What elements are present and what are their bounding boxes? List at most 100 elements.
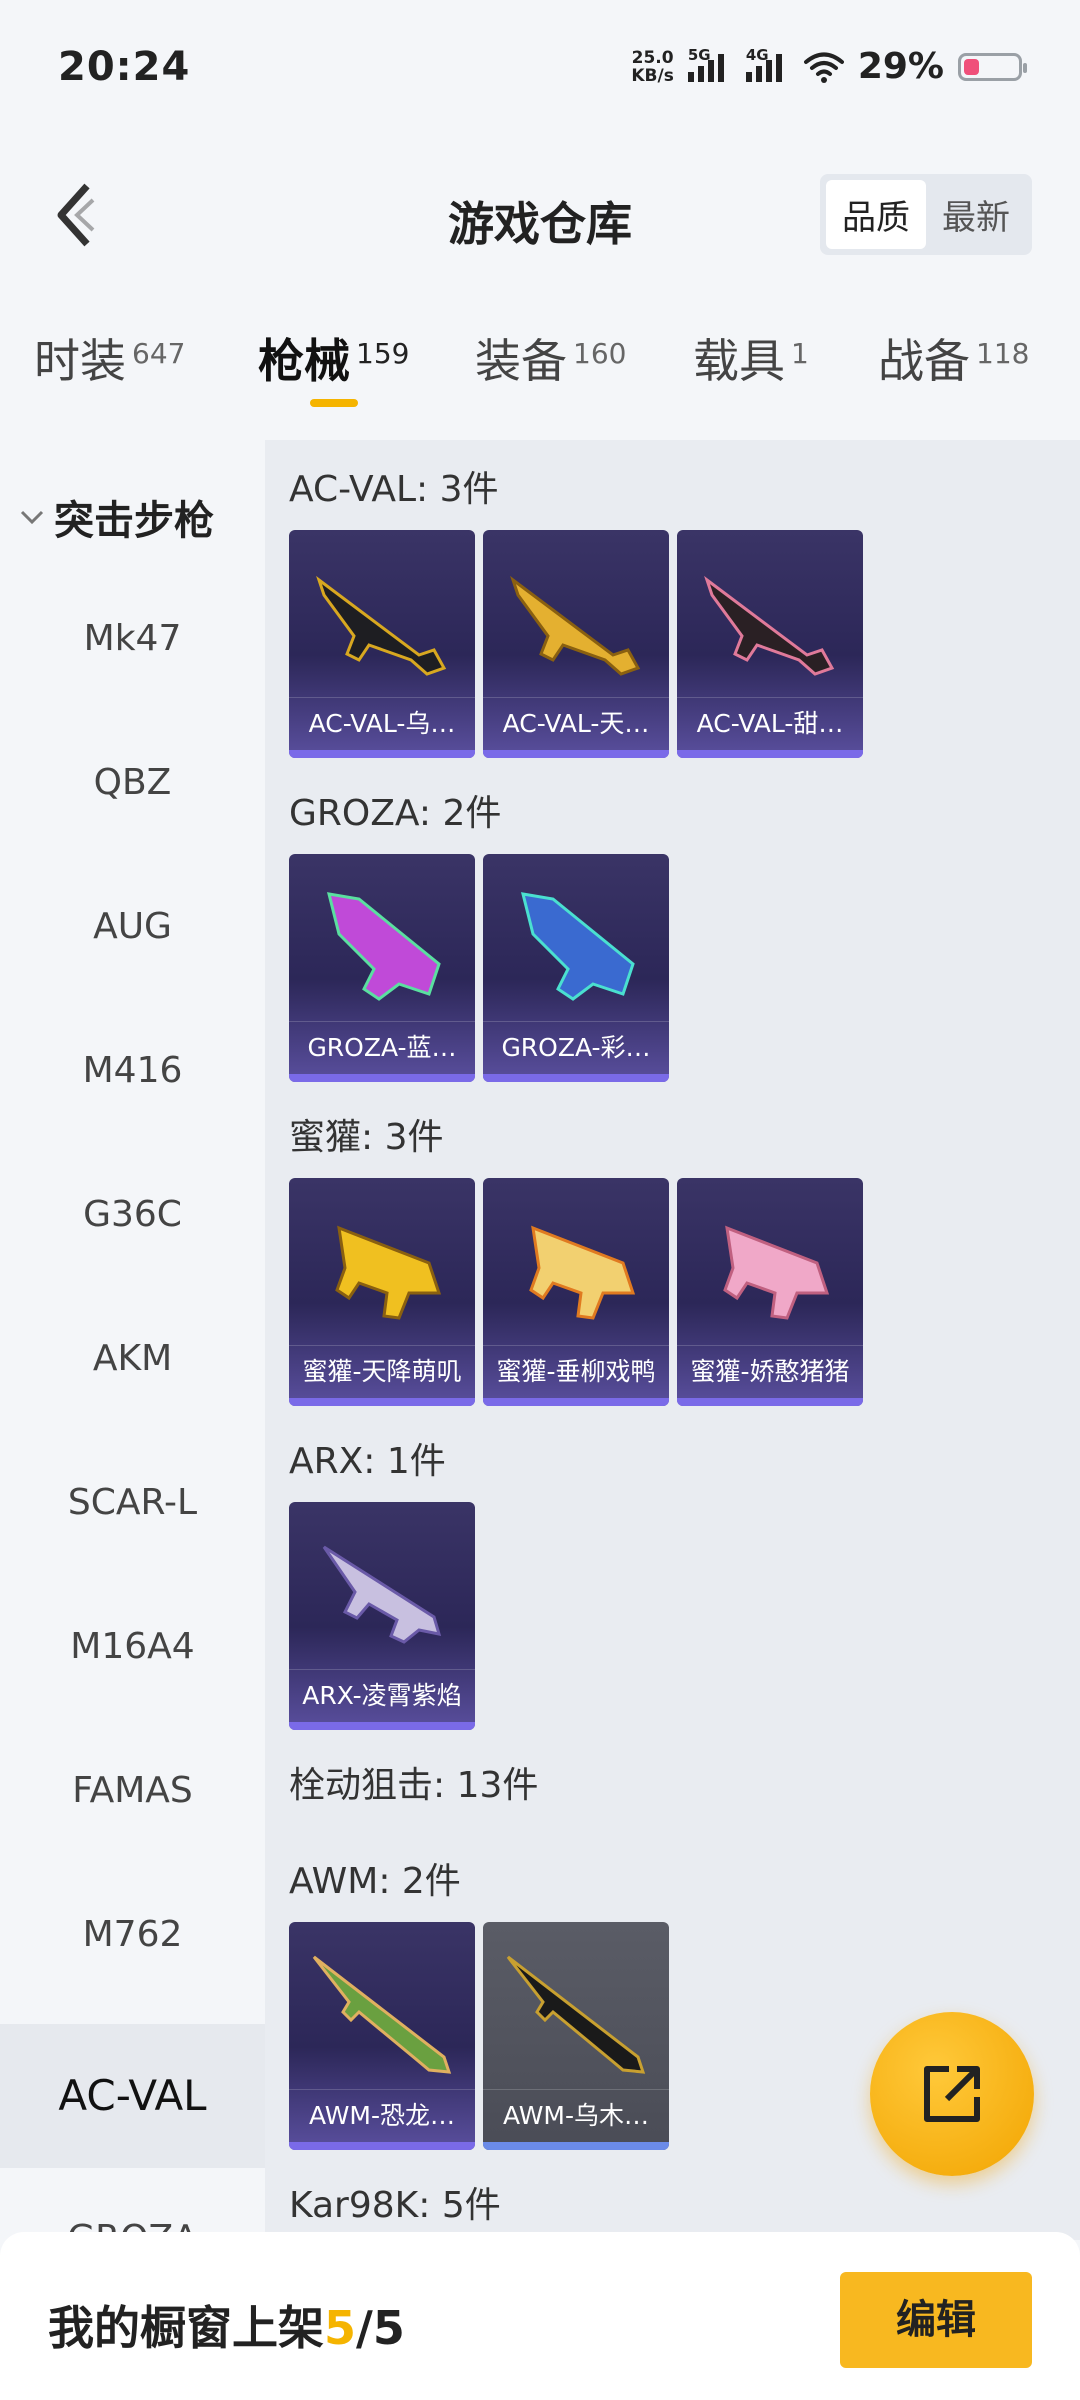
tab-label: 时装 [34, 334, 126, 388]
sort-newest-button[interactable]: 最新 [926, 180, 1026, 249]
rarity-bar [483, 750, 669, 758]
rifle-icon [322, 1545, 442, 1644]
battery-icon [958, 52, 1027, 81]
sidebar-item-m416[interactable]: M416 [0, 1050, 265, 1091]
weapon-name: AC-VAL-乌… [289, 697, 475, 750]
share-button[interactable] [870, 2012, 1034, 2176]
weapon-name: GROZA-彩… [483, 1021, 669, 1074]
showcase-label: 我的橱窗上架 [48, 2301, 324, 2355]
weapon-card[interactable]: GROZA-蓝… [289, 854, 475, 1082]
rifle-icon [704, 575, 835, 676]
weapon-name: 蜜獾-天降萌叽 [289, 1345, 475, 1398]
rarity-bar [483, 1074, 669, 1082]
net-speed-value: 25.0 [631, 47, 674, 68]
tab-fashion[interactable]: 时装 647 [34, 325, 185, 391]
tab-count: 1 [791, 337, 809, 370]
category-tabs: 时装 647 枪械 159 装备 160 载具 1 战备 118 [0, 325, 1080, 415]
chevron-down-icon [20, 510, 44, 525]
tab-label: 枪械 [258, 334, 350, 388]
signal-5g-icon: 5G [687, 46, 732, 82]
sidebar-item-mk47[interactable]: Mk47 [0, 618, 265, 659]
weapon-name: AC-VAL-天… [483, 697, 669, 750]
weapon-name: AC-VAL-甜… [677, 697, 863, 750]
tab-count: 118 [976, 337, 1030, 370]
rifle-icon [316, 575, 447, 676]
sidebar-item-akm[interactable]: AKM [0, 1338, 265, 1379]
weapon-sidebar: 突击步枪 Mk47 QBZ AUG M416 G36C AKM SCAR-L M… [0, 440, 265, 2240]
rifle-icon [510, 575, 641, 676]
weapon-name: 蜜獾-娇憨猪猪 [677, 1345, 863, 1398]
tab-guns[interactable]: 枪械 159 [258, 325, 409, 407]
battery-fill [964, 58, 979, 75]
sidebar-item-aug[interactable]: AUG [0, 906, 265, 947]
weapon-card[interactable]: AC-VAL-乌… [289, 530, 475, 758]
sidebar-item-g36c[interactable]: G36C [0, 1194, 265, 1235]
showcase-status: 我的橱窗上架5/5 [48, 2292, 405, 2358]
weapon-name: 蜜獾-垂柳戏鸭 [483, 1345, 669, 1398]
showcase-current: 5 [324, 2301, 357, 2355]
weapon-list: AC-VAL: 3件 AC-VAL-乌… AC-VAL-天… AC-VAL-甜…… [265, 440, 1080, 2240]
sort-quality-button[interactable]: 品质 [826, 180, 926, 249]
sidebar-item-qbz[interactable]: QBZ [0, 762, 265, 803]
status-icons: 25.0 KB/s 5G 4G 29% [631, 46, 1027, 87]
weapon-name: AWM-乌木… [483, 2089, 669, 2142]
tab-count: 647 [132, 337, 186, 370]
rarity-bar [289, 2142, 475, 2150]
tab-label: 战备 [878, 334, 970, 388]
section-title: 蜜獾: 3件 [289, 1117, 444, 1158]
rarity-bar [289, 1398, 475, 1406]
sidebar-item-ac-val[interactable]: AC-VAL [0, 2024, 265, 2168]
sniper-rifle-icon [506, 1955, 646, 2074]
weapon-card[interactable]: AC-VAL-天… [483, 530, 669, 758]
section-title: 栓动狙击: 13件 [289, 1765, 539, 1806]
sidebar-item-scar-l[interactable]: SCAR-L [0, 1482, 265, 1523]
section-title: ARX: 1件 [289, 1441, 446, 1482]
sort-toggle: 品质 最新 [820, 174, 1032, 255]
showcase-separator: / [356, 2301, 373, 2355]
section-title: AC-VAL: 3件 [289, 469, 499, 510]
sim2-label: 4G [745, 45, 769, 64]
sidebar-group-label: 突击步枪 [54, 498, 214, 544]
weapon-name: GROZA-蓝… [289, 1021, 475, 1074]
weapon-name: ARX-凌霄紫焰 [289, 1669, 475, 1722]
sim1-label: 5G [687, 45, 711, 64]
sidebar-group-assault-rifles[interactable]: 突击步枪 [18, 488, 214, 546]
weapon-card[interactable]: ARX-凌霄紫焰 [289, 1502, 475, 1730]
tab-label: 装备 [475, 334, 567, 388]
tab-equipment[interactable]: 装备 160 [475, 325, 626, 391]
weapon-card[interactable]: 蜜獾-娇憨猪猪 [677, 1178, 863, 1406]
rarity-bar [483, 1398, 669, 1406]
status-bar: 20:24 25.0 KB/s 5G 4G 29% [0, 0, 1080, 140]
rarity-bar [289, 1074, 475, 1082]
weapon-card[interactable]: AWM-乌木… [483, 1922, 669, 2150]
showcase-total: 5 [372, 2301, 405, 2355]
weapon-card[interactable]: AC-VAL-甜… [677, 530, 863, 758]
sniper-rifle-icon [312, 1955, 452, 2074]
rarity-bar [483, 2142, 669, 2150]
weapon-card[interactable]: 蜜獾-天降萌叽 [289, 1178, 475, 1406]
weapon-card[interactable]: GROZA-彩… [483, 854, 669, 1082]
tab-vehicles[interactable]: 载具 1 [693, 325, 809, 391]
bottom-bar: 我的橱窗上架5/5 编辑 [0, 2232, 1080, 2400]
tab-supplies[interactable]: 战备 118 [878, 325, 1029, 391]
rarity-bar [289, 1722, 475, 1730]
signal-4g-icon: 4G [745, 46, 790, 82]
edit-button[interactable]: 编辑 [840, 2272, 1032, 2368]
weapon-card[interactable]: AWM-恐龙… [289, 1922, 475, 2150]
rifle-icon [335, 1225, 442, 1320]
sidebar-item-m762[interactable]: M762 [0, 1914, 265, 1955]
battery-percent: 29% [857, 46, 944, 87]
share-icon [924, 2066, 980, 2122]
sidebar-item-m16a4[interactable]: M16A4 [0, 1626, 265, 1667]
rifle-icon [520, 892, 635, 1001]
tab-active-indicator [310, 399, 358, 407]
section-title: Kar98K: 5件 [289, 2185, 501, 2226]
wifi-icon [803, 52, 844, 83]
tab-count: 160 [573, 337, 627, 370]
sidebar-item-famas[interactable]: FAMAS [0, 1770, 265, 1811]
weapon-card[interactable]: 蜜獾-垂柳戏鸭 [483, 1178, 669, 1406]
rarity-bar [677, 1398, 863, 1406]
rifle-icon [529, 1225, 636, 1320]
section-title: AWM: 2件 [289, 1861, 461, 1902]
rifle-icon [326, 892, 441, 1001]
